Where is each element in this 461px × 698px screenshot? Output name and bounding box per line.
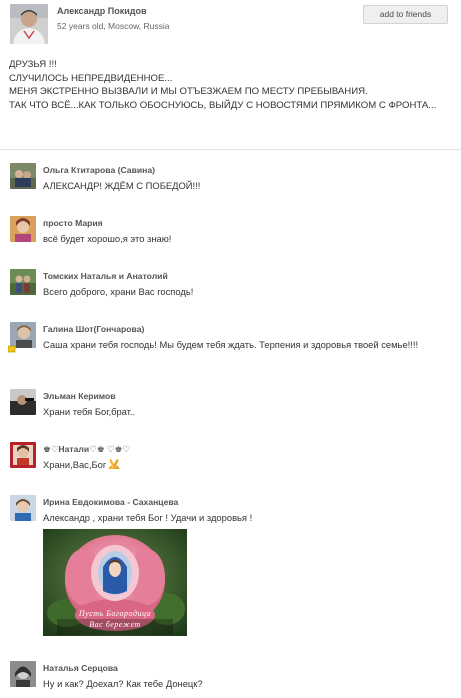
commenter-name[interactable]: Ольга Ктитарова (Савина) bbox=[43, 165, 155, 175]
comment-text-row: Храни,Вас,Бог bbox=[43, 458, 453, 472]
commenter-avatar[interactable] bbox=[10, 495, 36, 521]
commenter-avatar[interactable] bbox=[10, 661, 36, 687]
commenter-name[interactable]: Ирина Евдокимова - Саханцева bbox=[43, 497, 178, 507]
commenter-name[interactable]: ♚♡Натали♡♚ ♡♚♡ bbox=[43, 444, 130, 455]
commenter-avatar[interactable] bbox=[10, 216, 36, 242]
photo-caption-line1: Пусть Богородица bbox=[78, 609, 152, 618]
comment-text: Храни тебя Бог,брат.. bbox=[43, 406, 136, 417]
commenter-avatar[interactable] bbox=[10, 163, 36, 189]
author-name[interactable]: Александр Покидов bbox=[57, 6, 147, 16]
photo-caption-line2: Вас бережет bbox=[89, 620, 141, 629]
commenter-name[interactable]: просто Мария bbox=[43, 218, 103, 228]
post-body: ДРУЗЬЯ !!! СЛУЧИЛОСЬ НЕПРЕДВИДЕННОЕ... М… bbox=[9, 58, 454, 112]
commenter-avatar[interactable] bbox=[10, 389, 36, 415]
commenter-avatar[interactable] bbox=[10, 442, 36, 468]
add-to-friends-button[interactable]: add to friends bbox=[363, 5, 448, 24]
post-header: Александр Покидов 52 years old, Moscow, … bbox=[0, 0, 461, 50]
commenter-name[interactable]: Наталья Серцова bbox=[43, 663, 118, 673]
comment-photo[interactable]: Пусть Богородица Вас бережет bbox=[43, 529, 187, 636]
comment-text: Саша храни тебя господь! Мы будем тебя ж… bbox=[43, 339, 419, 350]
comment-text: Ну и как? Доехал? Как тебе Донецк? bbox=[43, 678, 203, 689]
folded-hands-icon bbox=[106, 458, 122, 470]
author-avatar[interactable] bbox=[10, 4, 48, 44]
comment-text: АЛЕКСАНДР! ЖДЁМ С ПОБЕДОЙ!!! bbox=[43, 180, 201, 191]
author-meta: 52 years old, Moscow, Russia bbox=[57, 21, 170, 31]
comment-text: Всего доброго, храни Вас господь! bbox=[43, 286, 194, 297]
comment-text: Александр , храни тебя Бог ! Удачи и здо… bbox=[43, 512, 253, 523]
comment-text: всё будет хорошо,я это знаю! bbox=[43, 233, 172, 244]
commenter-name[interactable]: Эльман Керимов bbox=[43, 391, 116, 401]
comment-text: Храни,Вас,Бог bbox=[43, 459, 107, 470]
post-text: ДРУЗЬЯ !!! СЛУЧИЛОСЬ НЕПРЕДВИДЕННОЕ... М… bbox=[9, 59, 437, 111]
commenter-name[interactable]: Томских Наталья и Анатолий bbox=[43, 271, 168, 281]
commenter-avatar[interactable] bbox=[10, 269, 36, 295]
commenter-name[interactable]: Галина Шот(Гончарова) bbox=[43, 324, 144, 334]
divider bbox=[0, 149, 461, 150]
online-status-icon bbox=[7, 340, 16, 358]
